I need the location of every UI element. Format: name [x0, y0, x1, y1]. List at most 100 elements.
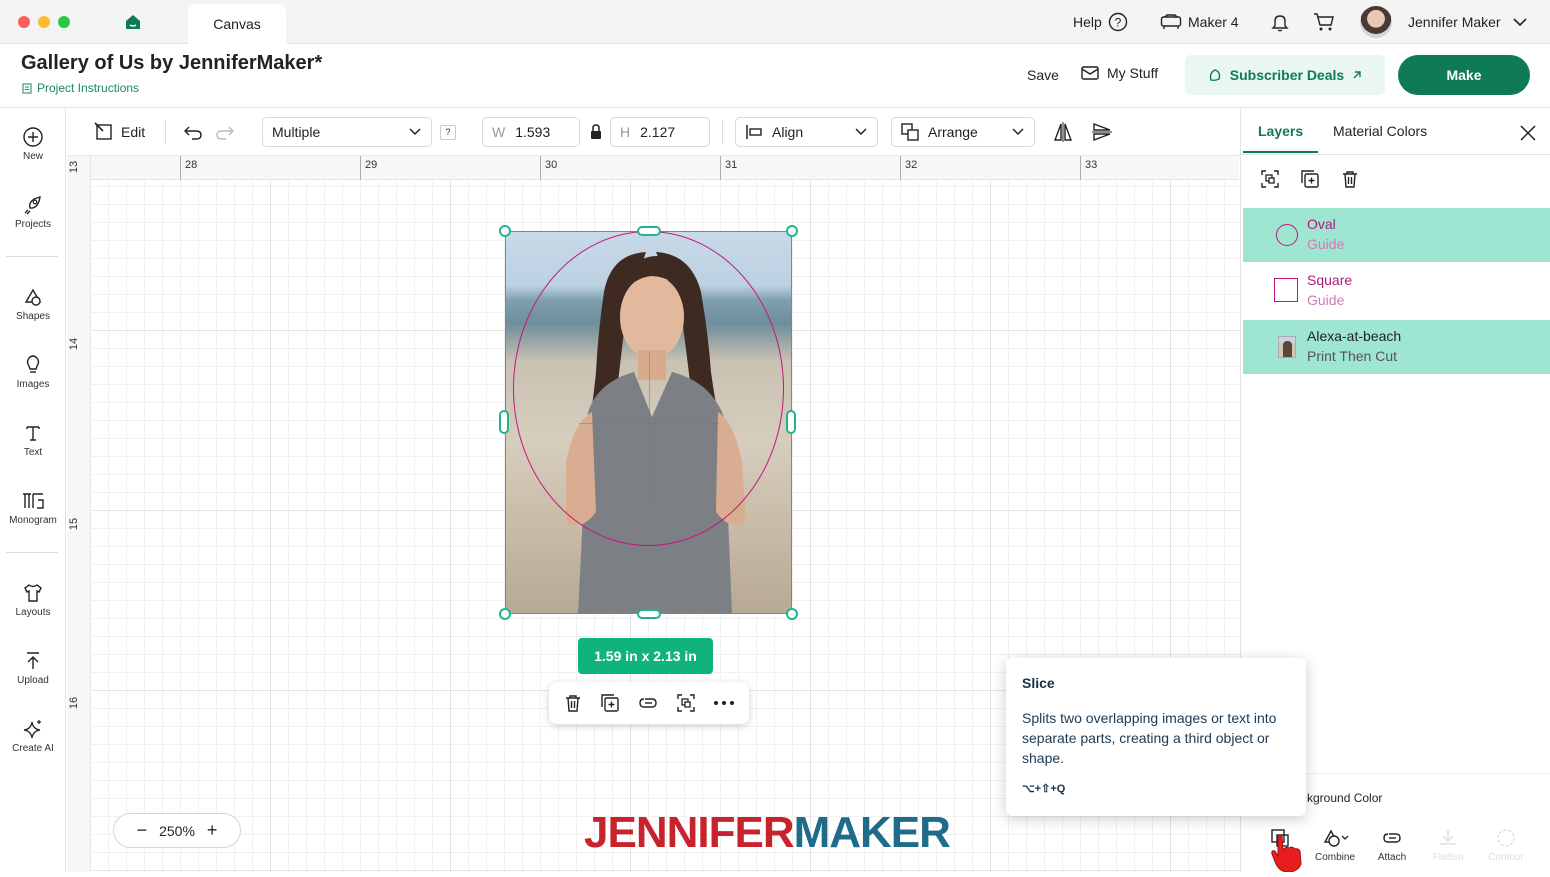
resize-handle-top-left[interactable] [499, 225, 511, 237]
project-instructions-label: Project Instructions [37, 81, 140, 95]
undo-icon[interactable] [183, 116, 203, 148]
trash-icon[interactable] [563, 693, 583, 713]
height-label: H [620, 124, 631, 140]
question-circle-icon: ? [1108, 12, 1127, 32]
sidebar-item-create-ai[interactable]: Create AI [0, 718, 66, 754]
operation-value: Multiple [272, 124, 321, 140]
context-toolbar [549, 682, 749, 724]
oval-guide[interactable] [513, 231, 784, 546]
zoom-in-button[interactable]: + [207, 820, 218, 841]
help-button[interactable]: Help ? [1073, 0, 1128, 44]
background-color-label[interactable]: kground Color [1307, 791, 1382, 805]
contour-label: Contour [1488, 852, 1524, 863]
width-field[interactable]: W 1.593 [482, 117, 580, 147]
group-icon[interactable] [1260, 169, 1280, 194]
contour-button[interactable]: Contour [1484, 828, 1528, 863]
sidebar-item-images[interactable]: Images [0, 354, 66, 390]
resize-handle-bottom-left[interactable] [499, 608, 511, 620]
sidebar-item-text[interactable]: Text [0, 422, 66, 458]
flatten-label: Flatten [1432, 852, 1464, 863]
tab-layers[interactable]: Layers [1258, 123, 1303, 139]
flatten-button[interactable]: Flatten [1428, 828, 1468, 863]
sidebar-item-projects[interactable]: Projects [0, 194, 66, 230]
lock-icon[interactable] [589, 116, 603, 148]
layer-name: Square [1307, 272, 1353, 288]
make-button[interactable]: Make [1398, 55, 1530, 95]
resize-handle-left[interactable] [499, 410, 509, 434]
layer-name: Alexa-at-beach [1307, 328, 1402, 344]
text-icon [26, 426, 40, 441]
sidebar-item-label: Shapes [16, 311, 50, 322]
subscriber-deals-button[interactable]: Subscriber Deals [1185, 55, 1385, 95]
chevron-down-icon [1513, 18, 1527, 27]
duplicate-icon[interactable] [600, 693, 620, 713]
svg-text:?: ? [1114, 16, 1121, 30]
shirt-icon [24, 584, 42, 602]
resize-handle-bottom[interactable] [637, 609, 661, 619]
ruler-label: 28 [185, 159, 198, 171]
my-stuff-button[interactable]: My Stuff [1081, 65, 1158, 81]
leaf-icon [1209, 69, 1220, 82]
close-window-button[interactable] [18, 16, 30, 28]
attach-icon[interactable] [637, 693, 659, 713]
arrange-dropdown[interactable]: Arrange [891, 117, 1035, 147]
tab-canvas[interactable]: Canvas [188, 4, 286, 44]
duplicate-icon[interactable] [1300, 169, 1320, 194]
machine-label: Maker 4 [1188, 14, 1239, 30]
layer-row-alexa-at-beach[interactable]: Alexa-at-beach Print Then Cut [1243, 320, 1550, 374]
tooltip-title: Slice [1022, 675, 1055, 691]
tab-material-colors[interactable]: Material Colors [1333, 123, 1427, 139]
project-title: Gallery of Us by JenniferMaker* [21, 52, 323, 74]
group-icon[interactable] [676, 693, 696, 713]
chevron-down-icon [855, 128, 867, 136]
align-label: Align [772, 124, 804, 140]
ruler-label: 16 [68, 696, 81, 710]
ruler-vertical: 13 14 15 16 [67, 156, 91, 872]
minimize-window-button[interactable] [38, 16, 50, 28]
resize-handle-top-right[interactable] [786, 225, 798, 237]
sidebar-item-new[interactable]: New [0, 126, 66, 162]
sidebar-item-shapes[interactable]: Shapes [0, 286, 66, 322]
project-instructions-link[interactable]: Project Instructions [22, 81, 139, 95]
zoom-window-button[interactable] [58, 16, 70, 28]
layer-row-oval[interactable]: Oval Guide [1243, 208, 1550, 262]
logo-part-2: MAKER [793, 808, 951, 857]
trash-icon[interactable] [1340, 169, 1360, 194]
close-panel-icon[interactable] [1519, 124, 1537, 147]
save-button[interactable]: Save [1027, 67, 1059, 83]
flip-horizontal-icon[interactable] [1052, 116, 1074, 148]
machine-selector[interactable]: Maker 4 [1160, 0, 1239, 44]
left-sidebar: New Projects Shapes Images Text Monogram… [0, 108, 66, 872]
attach-button[interactable]: Attach [1372, 828, 1412, 863]
operation-help-badge[interactable]: ? [440, 125, 456, 140]
toolbar-divider [165, 120, 166, 144]
slice-tooltip: Slice Splits two overlapping images or t… [1006, 658, 1306, 816]
notifications-bell-icon[interactable] [1270, 0, 1290, 44]
more-options-icon[interactable] [713, 700, 735, 706]
resize-handle-bottom-right[interactable] [786, 608, 798, 620]
sidebar-item-monogram[interactable]: Monogram [0, 490, 66, 526]
resize-handle-right[interactable] [786, 410, 796, 434]
resize-handle-top[interactable] [637, 226, 661, 236]
sidebar-item-upload[interactable]: Upload [0, 650, 66, 686]
combine-button[interactable]: Combine [1310, 828, 1360, 863]
active-tab-indicator [1243, 151, 1318, 153]
layer-row-square[interactable]: Square Guide [1243, 264, 1550, 318]
flip-vertical-icon[interactable] [1091, 116, 1113, 148]
align-dropdown[interactable]: Align [735, 117, 878, 147]
title-bar: Canvas Help ? Maker 4 Jennifer Maker [0, 0, 1550, 44]
project-header: Gallery of Us by JenniferMaker* Project … [0, 44, 1550, 108]
redo-icon[interactable] [215, 116, 235, 148]
edit-label: Edit [121, 124, 146, 140]
home-icon[interactable] [124, 13, 142, 36]
subscriber-deals-label: Subscriber Deals [1229, 67, 1345, 83]
cart-icon[interactable] [1313, 0, 1335, 44]
user-menu[interactable]: Jennifer Maker [1360, 0, 1529, 44]
ruler-tick [900, 156, 901, 180]
sidebar-item-layouts[interactable]: Layouts [0, 582, 66, 618]
height-field[interactable]: H 2.127 [610, 117, 710, 147]
tooltip-body: Splits two overlapping images or text in… [1022, 710, 1277, 766]
zoom-out-button[interactable]: − [137, 820, 148, 841]
edit-button[interactable]: Edit [93, 116, 145, 148]
operation-select[interactable]: Multiple [262, 117, 432, 147]
